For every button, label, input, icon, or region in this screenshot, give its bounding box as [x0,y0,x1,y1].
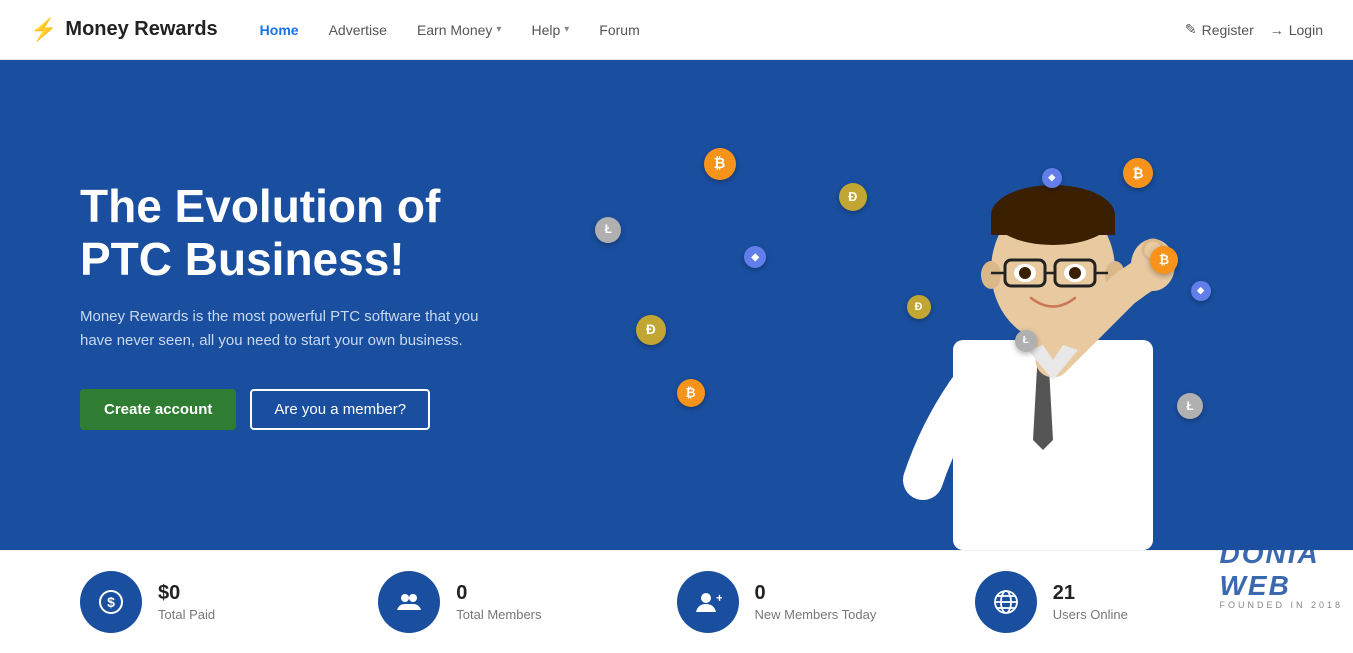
register-icon: ✎ [1185,21,1197,38]
navbar-right: ✎ Register → Login [1185,21,1323,38]
nav-links: Home Advertise Earn Money ▾ Help ▾ Forum [248,16,1185,44]
stat-members-text: 0 Total Members [456,582,541,622]
login-link[interactable]: → Login [1270,22,1323,38]
stats-bar: $ $0 Total Paid 0 Total Members + 0 New … [0,550,1353,653]
nav-advertise[interactable]: Advertise [317,16,399,44]
stat-new-members: + 0 New Members Today [677,571,975,633]
member-check-button[interactable]: Are you a member? [250,389,430,430]
coin-2: Ł [595,217,621,243]
stat-total-paid: $ $0 Total Paid [80,571,378,633]
brand-lightning-icon: ⚡ [30,17,57,43]
hero-section: ₿ÐŁ◆Ð₿₿ÐŁŁ₿◆◆ [0,60,1353,550]
watermark-text: DONIA WEB [1219,538,1333,602]
hero-title: The Evolution of PTC Business! [80,180,500,286]
login-icon: → [1270,22,1284,38]
coin-1: Ð [839,183,867,211]
brand-logo[interactable]: ⚡ Money Rewards [30,17,218,43]
create-account-button[interactable]: Create account [80,389,236,430]
coin-5: ₿ [677,379,705,407]
stat-online-text: 21 Users Online [1053,582,1128,622]
stat-paid-value: $0 [158,582,215,605]
coin-8: Ł [1015,330,1037,352]
nav-forum[interactable]: Forum [587,16,651,44]
coin-12: ◆ [1191,281,1211,301]
new-members-icon-circle: + [677,571,739,633]
hero-content: The Evolution of PTC Business! Money Rew… [0,120,580,491]
globe-icon-circle [975,571,1037,633]
coin-11: ◆ [1042,168,1062,188]
dollar-icon-circle: $ [80,571,142,633]
coin-4: Ð [636,315,666,345]
coin-0: ₿ [704,148,736,180]
svg-text:+: + [716,591,722,605]
stat-total-members: 0 Total Members [378,571,676,633]
nav-earn-money[interactable]: Earn Money ▾ [405,16,514,44]
stat-online-value: 21 [1053,582,1128,605]
stat-new-members-text: 0 New Members Today [755,582,877,622]
navbar: ⚡ Money Rewards Home Advertise Earn Mone… [0,0,1353,60]
hero-subtitle: Money Rewards is the most powerful PTC s… [80,305,500,353]
stat-paid-text: $0 Total Paid [158,582,215,622]
members-icon-circle [378,571,440,633]
brand-name: Money Rewards [65,18,217,41]
coin-7: Ð [907,295,931,319]
help-chevron-icon: ▾ [564,24,569,35]
hero-person-illustration [733,60,1353,550]
register-link[interactable]: ✎ Register [1185,21,1254,38]
svg-text:$: $ [107,594,115,610]
stat-new-members-value: 0 [755,582,877,605]
nav-help[interactable]: Help ▾ [519,16,581,44]
watermark: DONIA WEB FOUNDED IN 2018 [1219,604,1343,610]
earn-money-chevron-icon: ▾ [496,24,501,35]
coin-6: ₿ [1123,158,1153,188]
hero-buttons: Create account Are you a member? [80,389,500,430]
nav-home[interactable]: Home [248,16,311,44]
stat-members-value: 0 [456,582,541,605]
